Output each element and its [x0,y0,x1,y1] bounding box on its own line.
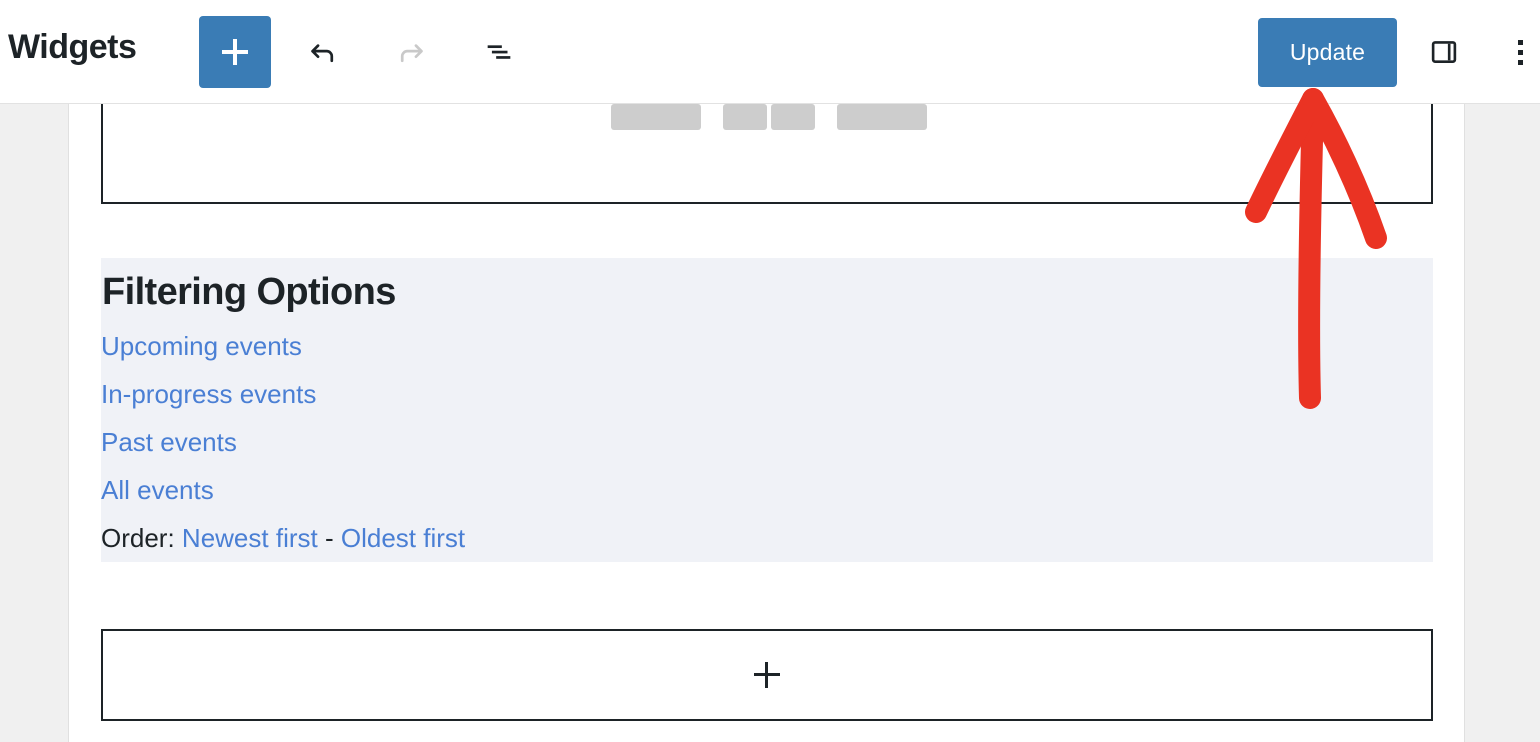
list-view-button[interactable] [463,16,535,88]
order-label: Order: [101,522,175,553]
list-view-icon [487,45,511,59]
plus-icon [754,662,780,688]
page-title: Widgets [8,28,137,66]
editor-body: Filtering Options Upcoming events In-pro… [0,104,1540,742]
order-link-newest-first[interactable]: Newest first [182,523,318,553]
update-button[interactable]: Update [1258,18,1397,87]
add-block-button[interactable] [199,16,271,88]
more-options-button[interactable] [1492,16,1540,88]
undo-arrow-icon [311,44,334,63]
skeleton-bar [723,104,767,130]
settings-sidebar-toggle-button[interactable] [1412,16,1476,88]
filter-link-row: In-progress events [101,377,1433,412]
skeleton-placeholder-row [103,104,1435,130]
redo-button[interactable] [375,16,447,88]
kebab-menu-icon [1517,39,1523,65]
plus-icon [222,39,248,65]
filtering-options-title: Filtering Options [102,271,396,313]
filtering-options-block[interactable]: Filtering Options Upcoming events In-pro… [101,258,1433,562]
undo-button[interactable] [287,16,359,88]
filter-link-row: All events [101,473,1433,508]
filter-link-row: Upcoming events [101,329,1433,364]
order-separator: - [324,522,334,553]
filter-link-upcoming-events[interactable]: Upcoming events [101,331,302,361]
widgets-editor-screen: Widgets Update Filtering Options Upcomin… [0,0,1540,742]
calendar-navigation-block[interactable] [101,104,1433,204]
redo-arrow-icon [400,44,423,63]
order-row: Order: Newest first - Oldest first [101,521,1433,556]
skeleton-bar [771,104,815,130]
skeleton-bar [837,104,927,130]
order-link-oldest-first[interactable]: Oldest first [341,523,465,553]
filter-link-past-events[interactable]: Past events [101,427,237,457]
editor-header: Widgets Update [0,0,1540,104]
filter-link-in-progress-events[interactable]: In-progress events [101,379,316,409]
block-canvas: Filtering Options Upcoming events In-pro… [68,104,1465,742]
block-appender-button[interactable] [101,629,1433,721]
sidebar-panel-icon [1431,41,1457,63]
filter-link-all-events[interactable]: All events [101,475,214,505]
filter-link-row: Past events [101,425,1433,460]
skeleton-bar [611,104,701,130]
